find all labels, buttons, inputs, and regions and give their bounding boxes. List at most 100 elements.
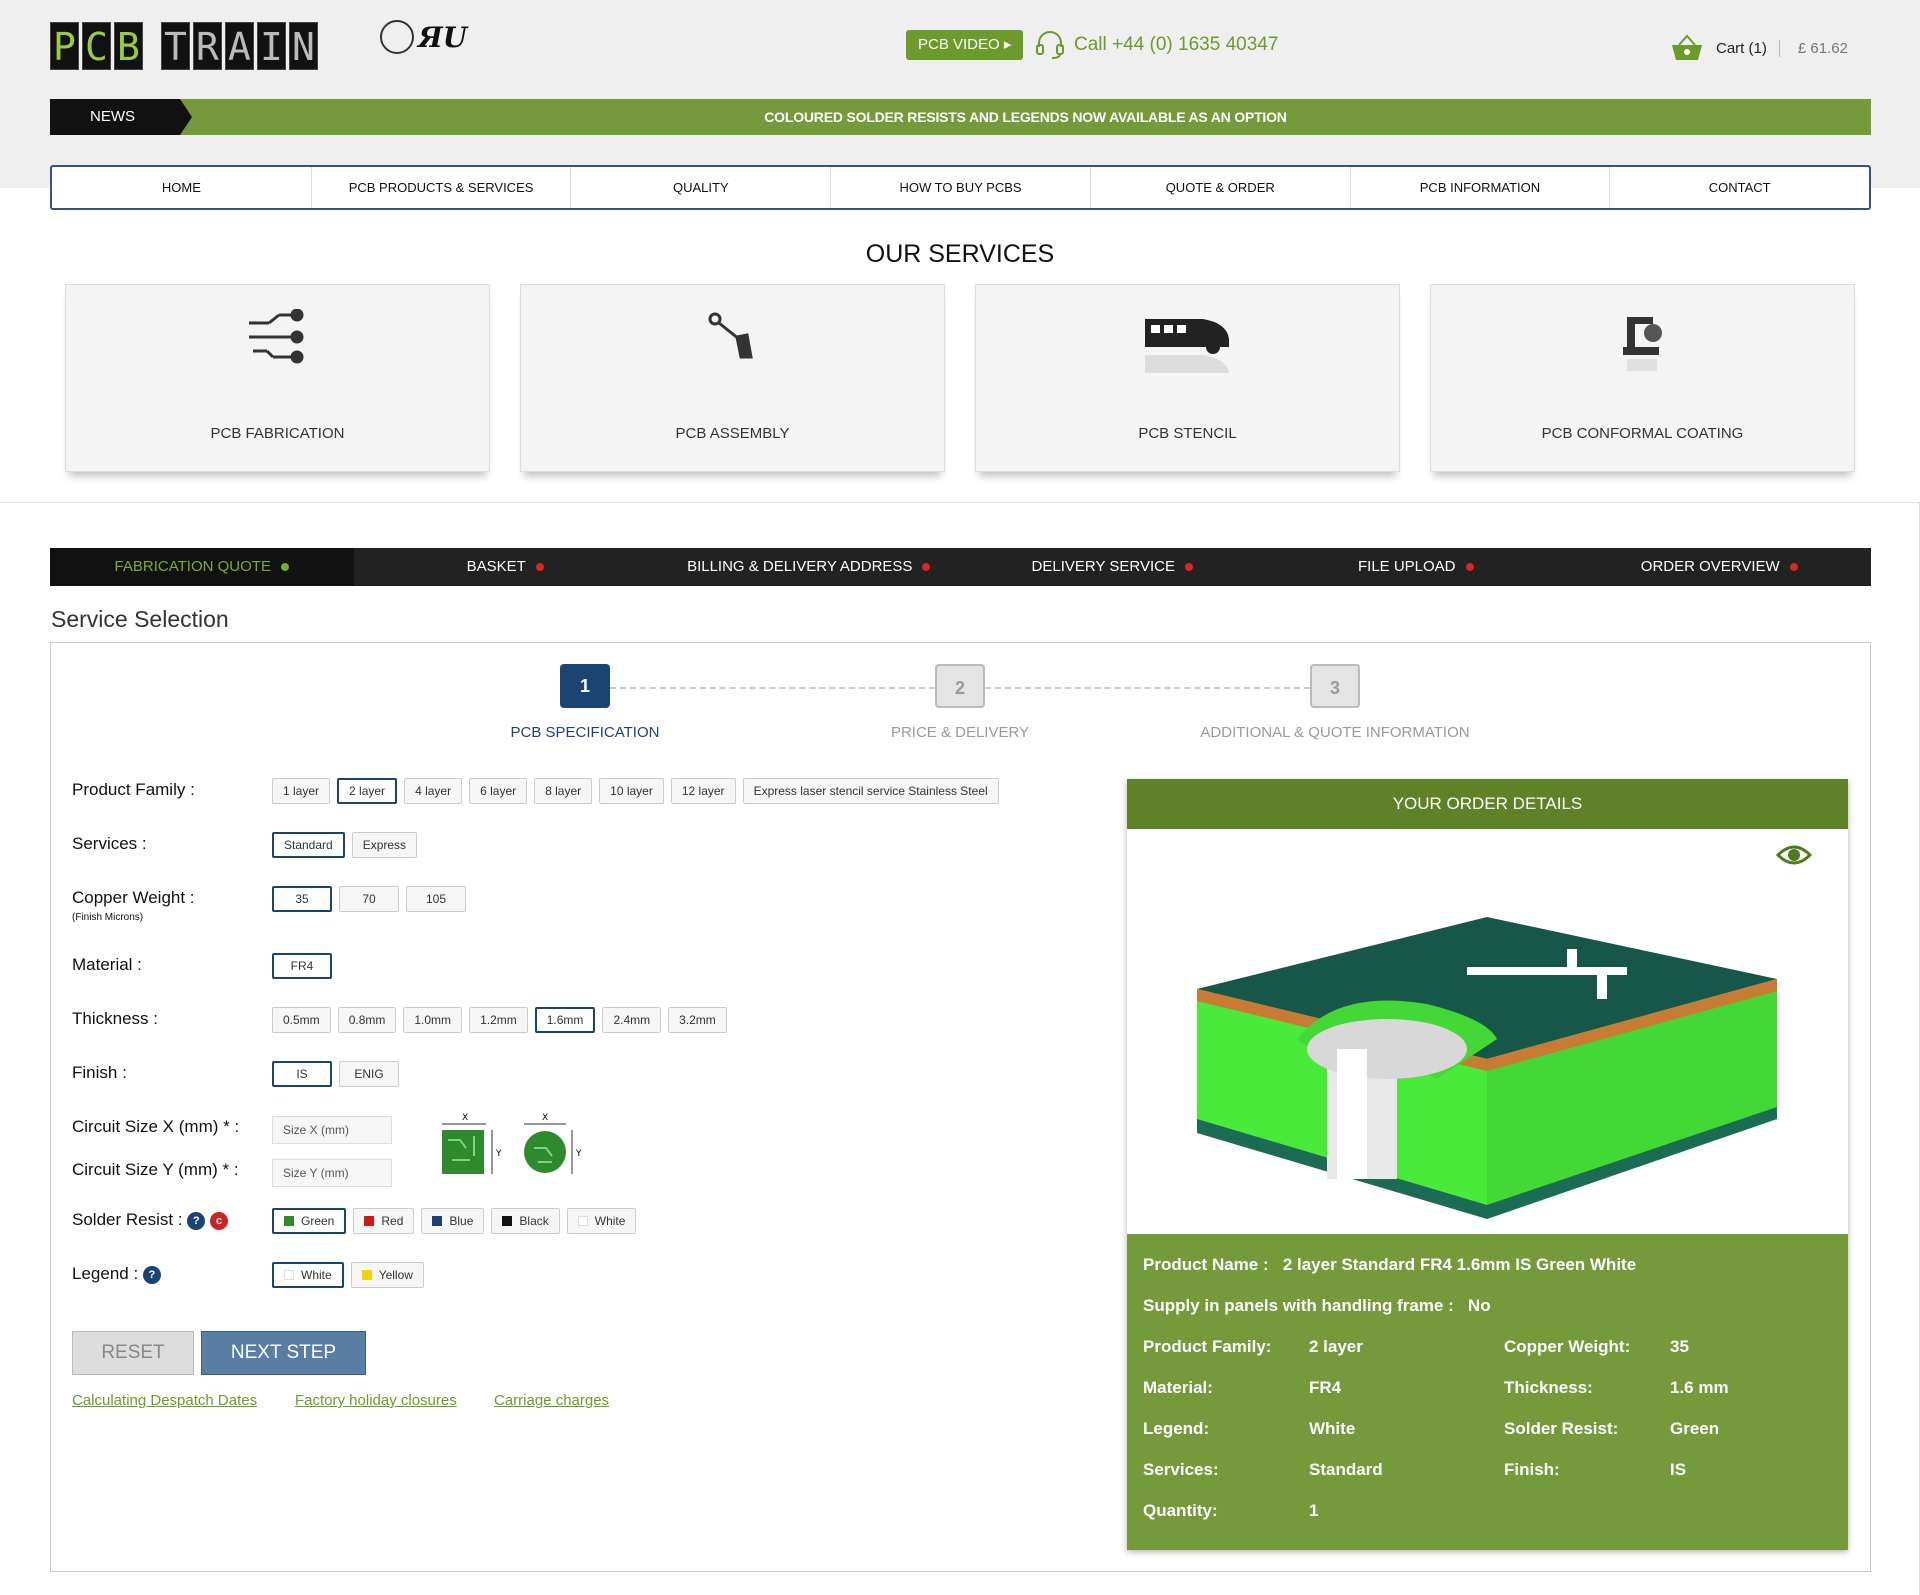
step-order-overview[interactable]: ORDER OVERVIEW [1568,548,1872,586]
option-4-layer[interactable]: 4 layer [404,778,463,804]
services-options: Standard Express [272,832,418,858]
next-step-button[interactable]: NEXT STEP [201,1331,366,1375]
step-basket[interactable]: BASKET [354,548,658,586]
option-8-layer[interactable]: 8 layer [534,778,593,804]
detail-label: Legend: [1143,1419,1210,1438]
phone-number: Call +44 (0) 1635 40347 [1074,34,1279,55]
pcb-video-button[interactable]: PCB VIDEO ▸ [906,30,1024,60]
help-icon[interactable]: ? [187,1211,206,1230]
wizard-step-1[interactable]: 1 [560,664,610,708]
product-name-value: 2 layer Standard FR4 1.6mm IS Green Whit… [1282,1255,1637,1274]
option-legend-yellow[interactable]: Yellow [350,1262,424,1288]
service-card-label: PCB CONFORMAL COATING [1541,425,1744,442]
option-copper-70[interactable]: 70 [339,886,399,912]
option-copper-35[interactable]: 35 [272,886,332,912]
color-info-icon[interactable]: c [210,1211,229,1230]
option-finish-enig[interactable]: ENIG [339,1061,399,1087]
size-x-input[interactable]: Size X (mm) [272,1116,392,1144]
wizard-step-3[interactable]: 3 [1310,664,1360,708]
service-card-stencil[interactable]: PCB STENCIL [975,284,1400,472]
option-fr4[interactable]: FR4 [272,953,332,979]
wizard-label-2: PRICE & DELIVERY [890,724,1030,741]
service-card-conformal-coating[interactable]: PCB CONFORMAL COATING [1430,284,1855,472]
carriage-charges-link[interactable]: Carriage charges [494,1392,609,1409]
color-swatch [502,1216,513,1226]
wizard-connector [610,687,935,689]
size-y-input[interactable]: Size Y (mm) [272,1159,392,1187]
option-thickness-0-5[interactable]: 0.5mm [272,1007,331,1033]
material-label: Material : [72,955,142,974]
basket-icon [1672,34,1702,60]
solder-resist-options: Green Red Blue Black White [272,1208,637,1234]
solder-resist-title: Solder Resist : [72,1210,183,1229]
option-thickness-2-4[interactable]: 2.4mm [602,1007,662,1033]
option-solder-red[interactable]: Red [353,1208,415,1234]
step-fabrication-quote[interactable]: FABRICATION QUOTE [50,548,354,586]
option-solder-white[interactable]: White [566,1208,637,1234]
panels-value: No [1467,1296,1491,1315]
detail-label: Services: [1143,1460,1219,1479]
step-billing-delivery[interactable]: BILLING & DELIVERY ADDRESS [657,548,961,586]
menu-item-pcb-information[interactable]: PCB INFORMATION [1351,167,1611,208]
option-legend-white[interactable]: White [272,1262,344,1288]
detail-label: Thickness: [1504,1378,1593,1397]
pcb-train-logo[interactable]: P C B T R A I N [50,22,318,70]
menu-item-home[interactable]: HOME [52,167,312,208]
reset-button[interactable]: RESET [72,1331,194,1375]
option-2-layer[interactable]: 2 layer [337,778,398,804]
option-12-layer[interactable]: 12 layer [670,778,736,804]
menu-item-contact[interactable]: CONTACT [1610,167,1869,208]
option-express-stencil[interactable]: Express laser stencil service Stainless … [742,778,999,804]
step-delivery-service[interactable]: DELIVERY SERVICE [961,548,1265,586]
product-name-row: Product Name : 2 layer Standard FR4 1.6m… [1143,1255,1636,1275]
option-thickness-3-2[interactable]: 3.2mm [668,1007,727,1033]
wizard-label-1: PCB SPECIFICATION [510,724,660,741]
size-x-input-wrap: Size X (mm) [272,1116,392,1144]
service-card-label: PCB ASSEMBLY [675,425,790,442]
cart[interactable]: Cart (1) £ 61.62 [1670,34,1848,62]
option-finish-is[interactable]: IS [272,1061,332,1087]
option-standard[interactable]: Standard [272,832,345,858]
step-file-upload[interactable]: FILE UPLOAD [1264,548,1568,586]
phone-contact[interactable]: Call +44 (0) 1635 40347 [1034,30,1278,60]
menu-item-products[interactable]: PCB PRODUCTS & SERVICES [312,167,572,208]
option-solder-black[interactable]: Black [491,1208,560,1234]
copper-weight-title: Copper Weight : [72,888,195,907]
detail-value: 2 layer [1309,1337,1363,1356]
service-card-assembly[interactable]: PCB ASSEMBLY [520,284,945,472]
service-card-fabrication[interactable]: PCB FABRICATION [65,284,490,472]
legend-label: Legend : ? [72,1264,161,1284]
option-1-layer[interactable]: 1 layer [272,778,331,804]
option-thickness-0-8[interactable]: 0.8mm [337,1007,397,1033]
svg-text:X: X [462,1113,468,1123]
option-thickness-1-2[interactable]: 1.2mm [469,1007,528,1033]
option-solder-blue[interactable]: Blue [421,1208,485,1234]
option-thickness-1-6[interactable]: 1.6mm [534,1007,596,1033]
cart-amount: £ 61.62 [1778,39,1848,57]
menu-item-how-to-buy[interactable]: HOW TO BUY PCBS [831,167,1091,208]
service-card-label: PCB FABRICATION [210,425,345,442]
option-6-layer[interactable]: 6 layer [469,778,528,804]
option-solder-green[interactable]: Green [272,1208,347,1234]
option-10-layer[interactable]: 10 layer [599,778,664,804]
news-ticker[interactable]: COLOURED SOLDER RESISTS AND LEGENDS NOW … [180,99,1871,135]
wizard-step-2[interactable]: 2 [935,664,985,708]
menu-item-quality[interactable]: QUALITY [571,167,832,208]
despatch-dates-link[interactable]: Calculating Despatch Dates [72,1392,257,1409]
option-thickness-1-0[interactable]: 1.0mm [403,1007,463,1033]
eye-icon[interactable] [1776,843,1812,867]
detail-value: Green [1670,1419,1720,1438]
option-copper-105[interactable]: 105 [406,886,466,912]
pcb-3d-render [1197,917,1777,1219]
step-label: BILLING & DELIVERY ADDRESS [687,558,913,575]
status-dot [535,563,544,572]
holiday-closures-link[interactable]: Factory holiday closures [295,1392,457,1409]
option-express[interactable]: Express [351,832,418,858]
help-icon[interactable]: ? [142,1265,161,1284]
copper-weight-label: Copper Weight : (Finish Microns) [72,888,195,923]
menu-item-quote-order[interactable]: QUOTE & ORDER [1091,167,1351,208]
status-dot [1789,563,1798,572]
thickness-options: 0.5mm 0.8mm 1.0mm 1.2mm 1.6mm 2.4mm 3.2m… [272,1007,727,1033]
size-y-input-wrap: Size Y (mm) [272,1159,392,1187]
main-menu: HOME PCB PRODUCTS & SERVICES QUALITY HOW… [50,165,1871,210]
